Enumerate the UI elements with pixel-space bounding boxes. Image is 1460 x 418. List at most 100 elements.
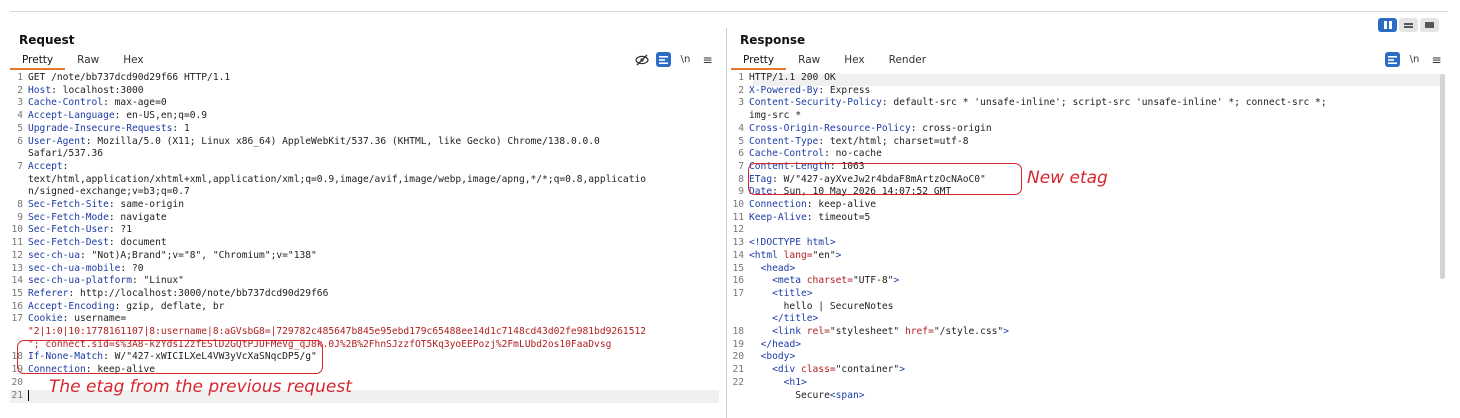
line-code: Sec-Fetch-Mode: navigate (28, 211, 167, 223)
editor-line: 17 Cookie: username= (10, 313, 719, 326)
request-tab-hex[interactable]: Hex (111, 54, 155, 70)
header-name: Accept-Encoding (28, 300, 115, 312)
line-number: 1 (738, 72, 744, 83)
line-number: 14 (11, 275, 23, 287)
request-etag-highlight-box (17, 340, 323, 374)
line-code: X-Powered-By: Express (749, 84, 871, 96)
header-value: username= (68, 313, 127, 325)
line-number: 1 (17, 72, 23, 83)
newline-toggle-icon[interactable]: \n (678, 52, 693, 67)
line-number: 12 (11, 249, 23, 261)
newline-toggle-icon[interactable]: \n (1407, 52, 1422, 67)
html-token: "/style.css" (933, 326, 1004, 338)
line-number: 10 (11, 224, 23, 236)
menu-icon[interactable]: ≡ (1429, 52, 1444, 67)
html-token (749, 377, 784, 388)
line-number: 6 (738, 148, 744, 160)
html-token: <span> (829, 389, 865, 401)
editor-line: n/signed-exchange;v=b3;q=0.7 (10, 186, 719, 199)
editor-line: 14 sec-ch-ua-platform: "Linux" (10, 275, 719, 288)
line-code: Accept-Encoding: gzip, deflate, br (28, 300, 225, 312)
line-code: Referer: http://localhost:3000/note/bb73… (28, 287, 329, 299)
html-token: > (893, 275, 900, 287)
line-number: 18 (732, 326, 744, 338)
header-value: keep-alive (812, 199, 877, 211)
html-token: "UTF-8" (852, 275, 894, 287)
header-value: text/html,application/xhtml+xml,applicat… (28, 173, 647, 185)
editor-line: 13 <!DOCTYPE html> (731, 237, 1448, 250)
header-value: timeout=5 (812, 211, 871, 223)
header-value: max-age=0 (108, 97, 167, 109)
html-token: <head> (760, 262, 796, 274)
line-code: <link rel="stylesheet" href="/style.css"… (749, 326, 1009, 339)
editor-line: 3 Cache-Control: max-age=0 (10, 97, 719, 110)
request-tab-pretty[interactable]: Pretty (10, 54, 66, 70)
html-token: class= (801, 364, 836, 376)
header-name: Sec-Fetch-Mode (28, 211, 109, 223)
line-number: 13 (11, 262, 23, 274)
editor-line: </title> (731, 313, 1448, 326)
line-number: 7 (17, 160, 23, 172)
response-toolbar: \n ≡ (1385, 52, 1444, 67)
html-token (749, 326, 772, 337)
response-tab-raw[interactable]: Raw (786, 54, 832, 70)
header-name: sec-ch-ua (28, 249, 80, 261)
editor-line: 12 (731, 224, 1448, 237)
html-token: charset= (806, 275, 853, 287)
editor-line: Safari/537.36 (10, 148, 719, 161)
line-number: 19 (732, 338, 744, 350)
response-tab-pretty[interactable]: Pretty (731, 54, 787, 70)
html-token (749, 351, 761, 362)
header-value: "Not)A;Brand";v="8", "Chromium";v="138" (85, 249, 317, 261)
line-code: hello | SecureNotes (749, 301, 894, 314)
editor-line: "2|1:0|10:1778161107|8:username|8:aGVsbG… (10, 326, 719, 339)
response-editor[interactable]: 1 HTTP/1.1 200 OK 2 X-Powered-By: Express 3 C… (731, 72, 1448, 418)
html-token: rel= (806, 326, 830, 338)
editor-line: 8 Sec-Fetch-Site: same-origin (10, 199, 719, 212)
header-value: no-cache (829, 148, 882, 160)
response-tab-hex[interactable]: Hex (832, 54, 876, 70)
line-code: Cache-Control: no-cache (749, 148, 882, 160)
header-name: Cookie (28, 313, 63, 325)
eye-slash-icon[interactable] (634, 52, 649, 67)
response-etag-highlight-box (748, 163, 1022, 195)
response-tab-render[interactable]: Render (877, 54, 938, 70)
request-annotation: The etag from the previous request (49, 377, 352, 397)
editor-line: 7 Accept: (10, 161, 719, 174)
header-name: Connection (749, 199, 807, 211)
editor-line: 20 <body> (731, 351, 1448, 364)
editor-line: 16 Accept-Encoding: gzip, deflate, br (10, 301, 719, 314)
line-code: <title> (749, 287, 813, 301)
header-name: X-Powered-By (749, 84, 819, 96)
line-number: 9 (17, 211, 23, 223)
request-tab-raw[interactable]: Raw (65, 54, 111, 70)
line-code: img-src * (749, 110, 801, 123)
html-token: </head> (760, 338, 801, 350)
header-value: n/signed-exchange;v=b3;q=0.7 (28, 186, 190, 198)
html-token: "stylesheet" (829, 326, 905, 338)
line-number: 13 (732, 237, 744, 249)
menu-icon[interactable]: ≡ (700, 52, 715, 67)
line-number: 2 (17, 84, 23, 96)
line-code: Secure<span> (749, 389, 865, 403)
editor-line: 16 <meta charset="UTF-8"> (731, 275, 1448, 288)
vertical-scrollbar[interactable] (1440, 74, 1445, 279)
editor-line: 15 <head> (731, 263, 1448, 276)
line-number: 12 (732, 224, 744, 236)
line-code: Keep-Alive: timeout=5 (749, 211, 871, 223)
panel-divider[interactable] (726, 28, 727, 418)
html-token: <title> (772, 287, 813, 299)
list-icon[interactable] (656, 52, 671, 67)
html-token: > (835, 249, 842, 261)
line-code: Accept: (28, 160, 69, 172)
editor-line: 3 Content-Security-Policy: default-src * … (731, 97, 1448, 110)
header-value: localhost:3000 (56, 84, 144, 96)
header-value: document (114, 237, 167, 249)
header-name: User-Agent (28, 135, 86, 147)
header-name: Cross-Origin-Resource-Policy (749, 122, 911, 134)
header-name: Sec-Fetch-Site (28, 199, 109, 211)
html-token: <h1> (783, 376, 807, 388)
line-code: Sec-Fetch-Site: same-origin (28, 199, 184, 211)
list-icon[interactable] (1385, 52, 1400, 67)
editor-line: 21 <div class="container"> (731, 364, 1448, 377)
